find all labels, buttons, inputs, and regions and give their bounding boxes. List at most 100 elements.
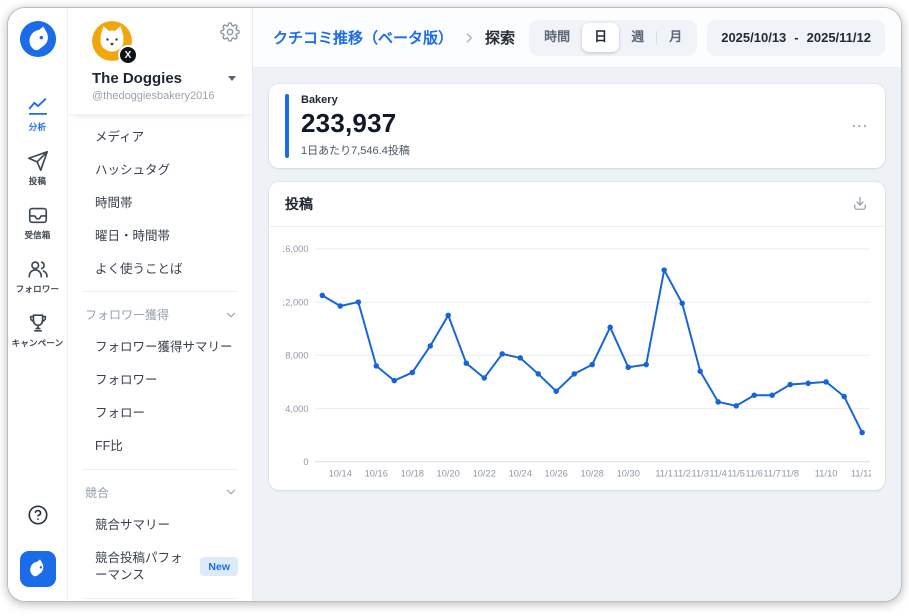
svg-text:10/16: 10/16 <box>365 469 388 479</box>
accent-bar <box>285 94 289 158</box>
breadcrumb: クチコミ推移（ベータ版） 探索 <box>273 27 529 48</box>
divider <box>82 291 238 292</box>
rail-item-campaign[interactable]: キャンペーン <box>8 312 68 349</box>
rail-item-followers[interactable]: フォロワー <box>8 258 68 295</box>
sidebar-item-following[interactable]: フォロー <box>68 397 252 430</box>
svg-text:10/30: 10/30 <box>617 469 640 479</box>
sidebar-item-follower-acquisition-summary[interactable]: フォロワー獲得サマリー <box>68 331 252 364</box>
help-button[interactable] <box>27 504 49 531</box>
ellipsis-menu-button[interactable]: ⋯ <box>851 118 869 135</box>
divider <box>82 598 238 599</box>
section-follower-acquisition[interactable]: フォロワー獲得 <box>68 298 252 331</box>
main-area: クチコミ推移（ベータ版） 探索 時間 日 週 月 2025/10/13 - 20… <box>253 8 901 601</box>
rail-item-label: 受信箱 <box>24 229 50 241</box>
metric-value: 233,937 <box>301 108 410 139</box>
svg-text:0: 0 <box>303 457 308 467</box>
summary-card: Bakery 233,937 1日あたり7,546.4投稿 ⋯ <box>269 84 885 168</box>
sidebar-item-time-slot[interactable]: 時間帯 <box>68 187 252 220</box>
svg-text:8,000: 8,000 <box>285 351 308 361</box>
svg-text:10/24: 10/24 <box>509 469 532 479</box>
account-dropdown-icon[interactable] <box>228 76 236 81</box>
socialdog-dog-icon <box>25 556 51 582</box>
chart-title: 投稿 <box>285 194 313 214</box>
trophy-icon <box>27 312 49 334</box>
svg-text:11/7: 11/7 <box>763 469 780 479</box>
breadcrumb-parent-link[interactable]: クチコミ推移（ベータ版） <box>273 27 453 48</box>
chevron-down-icon <box>224 308 238 322</box>
svg-text:10/26: 10/26 <box>545 469 568 479</box>
divider <box>82 469 238 470</box>
svg-text:10/22: 10/22 <box>473 469 496 479</box>
profile-handle: @thedoggiesbakery2016 <box>92 90 238 102</box>
sidebar-item-followers[interactable]: フォロワー <box>68 364 252 397</box>
breadcrumb-current: 探索 <box>485 27 515 48</box>
svg-text:12,000: 12,000 <box>283 298 309 308</box>
sidebar-item-competitor-post-performance[interactable]: 競合投稿パフォーマンス New <box>68 542 252 592</box>
svg-text:10/14: 10/14 <box>329 469 352 479</box>
svg-text:11/1: 11/1 <box>655 469 672 479</box>
sidebar-item-ff-ratio[interactable]: FF比 <box>68 430 252 463</box>
sidebar-item-hashtags[interactable]: ハッシュタグ <box>68 154 252 187</box>
svg-text:10/20: 10/20 <box>437 469 460 479</box>
svg-text:11/10: 11/10 <box>815 469 838 479</box>
new-badge: New <box>200 557 238 576</box>
granularity-toggle: 時間 日 週 月 <box>529 20 697 56</box>
posts-line-chart: 04,0008,00012,00016,00010/1410/1610/1810… <box>283 237 871 484</box>
chart-area: 04,0008,00012,00016,00010/1410/1610/1810… <box>269 227 885 490</box>
metric-subtitle: 1日あたり7,546.4投稿 <box>301 142 410 158</box>
app-window: 分析 投稿 受信箱 フォロワー <box>7 7 902 602</box>
profile-card: X The Doggies @thedoggiesbakery2016 <box>68 8 252 115</box>
inbox-icon <box>27 204 49 226</box>
sidebar-item-media[interactable]: メディア <box>68 121 252 154</box>
rail-item-posts[interactable]: 投稿 <box>8 150 68 187</box>
metric-label: Bakery <box>301 94 410 106</box>
granularity-option-week[interactable]: 週 <box>619 23 656 51</box>
granularity-option-month[interactable]: 月 <box>657 23 694 51</box>
followers-icon <box>27 258 49 280</box>
rail-item-label: 投稿 <box>29 175 46 187</box>
rail-item-label: キャンペーン <box>12 337 64 349</box>
rail-item-analytics[interactable]: 分析 <box>8 96 68 133</box>
sidebar: X The Doggies @thedoggiesbakery2016 メディア… <box>68 8 253 601</box>
rail-item-label: フォロワー <box>16 283 60 295</box>
svg-text:10/18: 10/18 <box>401 469 424 479</box>
sidebar-item-day-time-slot[interactable]: 曜日・時間帯 <box>68 220 252 253</box>
download-button[interactable] <box>851 195 869 213</box>
download-icon <box>851 195 869 213</box>
svg-text:11/2: 11/2 <box>674 469 691 479</box>
page-header: クチコミ推移（ベータ版） 探索 時間 日 週 月 2025/10/13 - 20… <box>253 8 901 68</box>
socialdog-logo-icon[interactable] <box>19 20 57 58</box>
svg-text:11/4: 11/4 <box>709 469 726 479</box>
socialdog-app-button[interactable] <box>20 551 56 587</box>
sidebar-item-frequent-words[interactable]: よく使うことば <box>68 253 252 286</box>
rail-nav: 分析 投稿 受信箱 フォロワー <box>8 96 68 349</box>
sidebar-item-competitor-summary[interactable]: 競合サマリー <box>68 509 252 542</box>
svg-text:11/8: 11/8 <box>781 469 798 479</box>
svg-text:11/6: 11/6 <box>745 469 762 479</box>
section-competitors[interactable]: 競合 <box>68 476 252 509</box>
chart-card: 投稿 04,0008,00012,00016,00010/1410/1610/1… <box>269 182 885 490</box>
profile-name: The Doggies <box>92 70 228 87</box>
header-controls: 時間 日 週 月 2025/10/13 - 2025/11/12 <box>529 20 885 56</box>
chevron-right-icon <box>462 31 476 45</box>
svg-text:11/12: 11/12 <box>851 469 871 479</box>
svg-text:10/28: 10/28 <box>581 469 604 479</box>
sidebar-menu: メディア ハッシュタグ 時間帯 曜日・時間帯 よく使うことば フォロワー獲得 フ… <box>68 115 252 601</box>
gear-icon <box>220 22 240 42</box>
rail-item-inbox[interactable]: 受信箱 <box>8 204 68 241</box>
chart-card-header: 投稿 <box>269 182 885 227</box>
settings-button[interactable] <box>220 22 240 47</box>
svg-text:16,000: 16,000 <box>283 244 309 254</box>
granularity-option-hour[interactable]: 時間 <box>532 23 582 51</box>
date-range-picker[interactable]: 2025/10/13 - 2025/11/12 <box>707 20 885 56</box>
page-content: Bakery 233,937 1日あたり7,546.4投稿 ⋯ 投稿 04, <box>253 68 901 601</box>
chevron-down-icon <box>224 485 238 499</box>
granularity-option-day[interactable]: 日 <box>582 23 619 51</box>
date-range-start: 2025/10/13 <box>721 30 786 45</box>
rail-item-label: 分析 <box>29 121 46 133</box>
date-range-end: 2025/11/12 <box>807 30 871 45</box>
date-range-separator: - <box>794 30 798 45</box>
svg-text:11/3: 11/3 <box>691 469 708 479</box>
icon-rail: 分析 投稿 受信箱 フォロワー <box>8 8 68 601</box>
avatar[interactable]: X <box>92 21 132 61</box>
